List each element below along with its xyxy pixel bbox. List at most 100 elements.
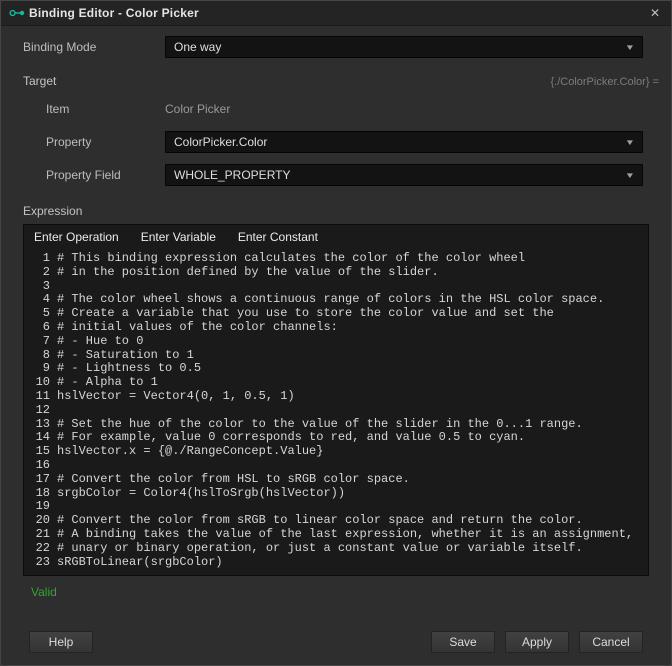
line-number: 23 (24, 556, 50, 570)
enter-constant-button[interactable]: Enter Constant (238, 230, 318, 244)
code-line: 13 # Set the hue of the color to the valu… (24, 418, 648, 432)
code-text: hslVector = Vector4(0, 1, 0.5, 1) (57, 390, 295, 404)
code-text: # - Alpha to 1 (57, 376, 158, 390)
code-text: # For example, value 0 corresponds to re… (57, 431, 525, 445)
code-text: # - Hue to 0 (57, 335, 143, 349)
titlebar[interactable]: Binding Editor - Color Picker ✕ (1, 1, 671, 26)
property-field-label: Property Field (23, 168, 165, 182)
code-line: 20 # Convert the color from sRGB to linea… (24, 514, 648, 528)
expression-label: Expression (23, 204, 659, 218)
code-area[interactable]: 1 # This binding expression calculates th… (24, 248, 648, 575)
line-number: 7 (24, 335, 50, 349)
code-line: 21 # A binding takes the value of the las… (24, 528, 648, 542)
line-number: 17 (24, 473, 50, 487)
code-text: # in the position defined by the value o… (57, 266, 439, 280)
cancel-button[interactable]: Cancel (579, 631, 643, 653)
save-button[interactable]: Save (431, 631, 495, 653)
chevron-down-icon: ▼ (625, 138, 635, 147)
expression-toolbar: Enter Operation Enter Variable Enter Const… (24, 225, 648, 248)
code-line: 10 # - Alpha to 1 (24, 376, 648, 390)
line-number: 21 (24, 528, 50, 542)
code-text: sRGBToLinear(srgbColor) (57, 556, 223, 570)
binding-mode-dropdown[interactable]: One way ▼ (165, 36, 643, 58)
chevron-down-icon: ▼ (625, 171, 635, 180)
code-text: srgbColor = Color4(hslToSrgb(hslVector)) (57, 487, 345, 501)
line-number: 8 (24, 349, 50, 363)
code-text: hslVector.x = {@./RangeConcept.Value} (57, 445, 323, 459)
line-number: 14 (24, 431, 50, 445)
code-text: # - Lightness to 0.5 (57, 362, 201, 376)
dialog-body: Binding Mode One way ▼ Target {./ColorPi… (1, 26, 671, 599)
item-label: Item (23, 102, 165, 116)
line-number: 11 (24, 390, 50, 404)
code-line: 6# initial values of the color channels: (24, 321, 648, 335)
validity-status: Valid (31, 585, 671, 599)
line-number: 15 (24, 445, 50, 459)
code-line: 22 # unary or binary operation, or just a… (24, 542, 648, 556)
line-number: 10 (24, 376, 50, 390)
line-number: 9 (24, 362, 50, 376)
line-number: 22 (24, 542, 50, 556)
line-number: 12 (24, 404, 50, 418)
line-number: 3 (24, 280, 50, 294)
binding-mode-value: One way (174, 40, 221, 54)
property-field-row: Property Field WHOLE_PROPERTY ▼ (23, 164, 643, 186)
line-number: 20 (24, 514, 50, 528)
property-field-dropdown[interactable]: WHOLE_PROPERTY ▼ (165, 164, 643, 186)
code-line: 2 # in the position defined by the value … (24, 266, 648, 280)
code-line: 4 # The color wheel shows a continuous ra… (24, 293, 648, 307)
line-number: 2 (24, 266, 50, 280)
item-value: Color Picker (165, 102, 230, 116)
line-number: 4 (24, 293, 50, 307)
code-text: # unary or binary operation, or just a c… (57, 542, 583, 556)
code-line: 9 # - Lightness to 0.5 (24, 362, 648, 376)
target-section-header: Target {./ColorPicker.Color} = (23, 74, 659, 88)
code-line: 12 (24, 404, 648, 418)
expression-editor: Enter Operation Enter Variable Enter Const… (23, 224, 649, 576)
line-number: 5 (24, 307, 50, 321)
apply-button[interactable]: Apply (505, 631, 569, 653)
binding-mode-label: Binding Mode (23, 40, 165, 54)
dialog-footer: Help Save Apply Cancel (1, 625, 671, 665)
code-line: 23 sRGBToLinear(srgbColor) (24, 556, 648, 570)
code-text: # A binding takes the value of the last … (57, 528, 633, 542)
enter-operation-button[interactable]: Enter Operation (34, 230, 119, 244)
code-text: # Convert the color from HSL to sRGB col… (57, 473, 410, 487)
code-text: # - Saturation to 1 (57, 349, 194, 363)
code-text: # Convert the color from sRGB to linear … (57, 514, 583, 528)
line-number: 1 (24, 252, 50, 266)
code-text: # initial values of the color channels: (57, 321, 338, 335)
code-line: 17 # Convert the color from HSL to sRGB c… (24, 473, 648, 487)
help-button[interactable]: Help (29, 631, 93, 653)
line-number: 16 (24, 459, 50, 473)
property-value: ColorPicker.Color (174, 135, 267, 149)
code-line: 3 (24, 280, 648, 294)
chevron-down-icon: ▼ (625, 43, 635, 52)
code-line: 14 # For example, value 0 corresponds to … (24, 431, 648, 445)
code-text: # The color wheel shows a continuous ran… (57, 293, 604, 307)
code-line: 5# Create a variable that you use to sto… (24, 307, 648, 321)
property-field-value: WHOLE_PROPERTY (174, 168, 290, 182)
property-dropdown[interactable]: ColorPicker.Color ▼ (165, 131, 643, 153)
line-number: 13 (24, 418, 50, 432)
code-text: # This binding expression calculates the… (57, 252, 525, 266)
code-line: 1 # This binding expression calculates th… (24, 252, 648, 266)
code-text: # Set the hue of the color to the value … (57, 418, 583, 432)
line-number: 18 (24, 487, 50, 501)
binding-icon (9, 8, 25, 18)
code-line: 7 # - Hue to 0 (24, 335, 648, 349)
enter-variable-button[interactable]: Enter Variable (141, 230, 216, 244)
item-row: Item Color Picker (23, 98, 643, 120)
code-line: 11 hslVector = Vector4(0, 1, 0.5, 1) (24, 390, 648, 404)
binding-mode-row: Binding Mode One way ▼ (23, 36, 643, 58)
line-number: 19 (24, 500, 50, 514)
target-expression-hint: {./ColorPicker.Color} = (550, 76, 659, 88)
code-line: 16 (24, 459, 648, 473)
code-line: 18 srgbColor = Color4(hslToSrgb(hslVector… (24, 487, 648, 501)
window-title: Binding Editor - Color Picker (29, 6, 199, 20)
code-line: 19 (24, 500, 648, 514)
close-icon[interactable]: ✕ (645, 4, 665, 22)
property-label: Property (23, 135, 165, 149)
binding-editor-dialog: Binding Editor - Color Picker ✕ Binding … (0, 0, 672, 666)
property-row: Property ColorPicker.Color ▼ (23, 131, 643, 153)
